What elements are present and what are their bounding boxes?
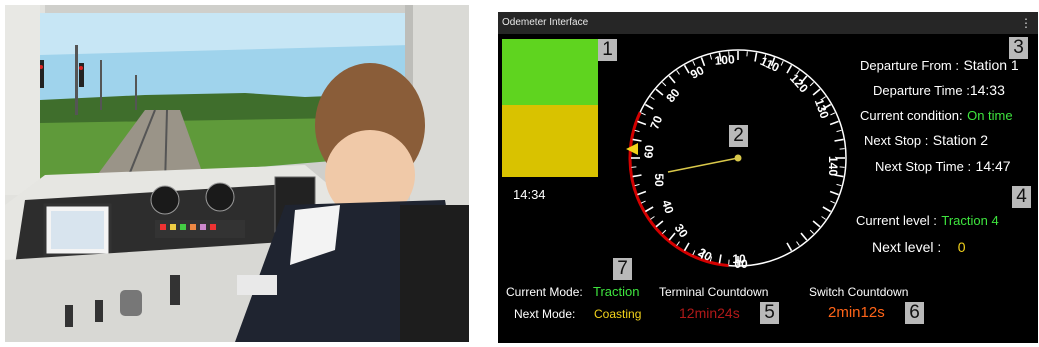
dial-tick	[668, 75, 676, 84]
dial-tick	[668, 232, 676, 241]
dial-hub	[734, 154, 742, 162]
marker-3: 3	[1009, 37, 1028, 59]
dial-label: 30	[672, 221, 691, 240]
screenshot-canvas: Odemeter Interface ⋮ 1 14:34 100 90 80 70 60…	[0, 0, 1039, 347]
next-stop-time-row: Next Stop Time : 14:47	[875, 158, 1011, 176]
current-level-label: Current level :	[856, 213, 937, 228]
dial-tick	[796, 241, 800, 246]
departure-from-row: Departure From : Station 1	[860, 57, 1019, 75]
current-mode-value: Traction	[593, 284, 640, 299]
dial-tick	[812, 220, 821, 228]
current-level-row: Current level : Traction 4	[856, 212, 999, 230]
dial-tick	[821, 216, 826, 220]
dial-tick	[634, 129, 640, 133]
next-stop-label: Next Stop :	[864, 133, 929, 148]
dial-tick	[637, 190, 647, 196]
train-driver-simulator-photo	[5, 5, 469, 342]
dial-tick	[661, 81, 667, 87]
dial-tick	[754, 52, 758, 62]
dial-tick	[640, 112, 646, 116]
marker-2: 2	[729, 125, 748, 147]
dial-tick	[683, 242, 690, 252]
next-level-label: Next level :	[872, 239, 942, 255]
dial-tick	[676, 241, 680, 246]
dial-label: 140	[826, 156, 840, 176]
dial-tick	[700, 57, 706, 67]
terminal-countdown-label: Terminal Countdown	[659, 285, 769, 299]
dial-tick	[829, 120, 839, 126]
departure-from-label: Departure From :	[860, 58, 959, 73]
next-level-row: Next level : 0	[872, 239, 966, 257]
dial-tick	[655, 220, 664, 228]
photo-illustration	[5, 5, 469, 342]
dial-tick	[650, 216, 655, 220]
dial-tick	[812, 88, 821, 96]
next-stop-time-value: 14:47	[975, 158, 1011, 174]
dial-tick	[829, 190, 839, 196]
current-mode-label: Current Mode:	[506, 285, 583, 299]
dial-tick	[632, 138, 642, 142]
departure-time-row: Departure Time :14:33	[873, 82, 1005, 100]
dial-label: 40	[659, 198, 677, 215]
switch-countdown-label: Switch Countdown	[809, 285, 909, 299]
dial-tick	[644, 206, 654, 213]
next-stop-value: Station 2	[932, 132, 989, 148]
dial-label: 60	[641, 144, 656, 159]
dial-tick	[644, 103, 654, 110]
dial-tick	[676, 70, 680, 75]
current-condition-value: On time	[967, 108, 1013, 123]
odometer-interface-window: Odemeter Interface ⋮ 1 14:34 100 90 80 70 60…	[498, 12, 1038, 343]
dial-label: 80	[663, 86, 683, 105]
next-stop-row: Next Stop : Station 2	[864, 132, 988, 150]
dial-tick	[692, 250, 696, 256]
dial-label: 00	[734, 257, 748, 271]
current-condition-label: Current condition:	[860, 108, 963, 123]
switch-countdown-value: 2min12s	[828, 304, 885, 321]
dial-tick	[661, 229, 667, 235]
dial-tick	[718, 254, 722, 264]
terminal-countdown-value: 12min24s	[679, 305, 740, 321]
marker-5: 5	[760, 302, 779, 324]
next-stop-time-label: Next Stop Time :	[875, 159, 972, 174]
marker-4: 4	[1012, 186, 1031, 208]
next-level-value: 0	[957, 239, 966, 255]
dial-label: 100	[714, 52, 735, 68]
current-level-value: Traction 4	[941, 213, 999, 228]
dial-tick	[637, 120, 647, 126]
dial-tick	[800, 232, 808, 241]
departure-time-label: Departure Time :	[873, 83, 970, 98]
next-mode-value: Coasting	[594, 307, 642, 321]
dial-label: 70	[647, 113, 665, 131]
dial-group: 1009080706050403020 1011012013014000	[626, 49, 847, 271]
dial-needle	[667, 157, 739, 173]
dial-tick	[836, 129, 842, 133]
current-condition-row: Current condition: On time	[860, 107, 1013, 125]
dial-tick	[655, 88, 664, 96]
dial-tick	[634, 183, 640, 187]
dial-tick	[709, 54, 713, 60]
departure-time-value: 14:33	[969, 82, 1005, 98]
next-mode-label: Next Mode:	[514, 307, 576, 321]
marker-7: 7	[613, 258, 632, 280]
dial-tick	[834, 138, 844, 142]
departure-from-value: Station 1	[963, 57, 1019, 73]
dial-tick	[640, 200, 646, 204]
dial-tick	[830, 200, 836, 204]
dial-tick	[836, 183, 842, 187]
dial-tick	[632, 174, 642, 178]
dial-label: 50	[652, 173, 666, 187]
dial-tick	[786, 64, 793, 74]
dial-tick	[822, 206, 832, 213]
dial-tick	[786, 242, 793, 252]
dial-tick	[650, 96, 655, 100]
dial-tick	[809, 229, 815, 235]
marker-6: 6	[905, 302, 924, 324]
